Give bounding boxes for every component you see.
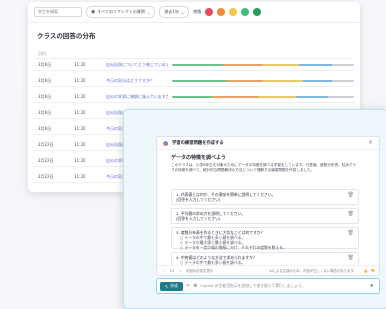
question-card[interactable]: 1. 代表値とは何か、その意味を簡単に説明してください。 (回答を入力してくださ… <box>171 189 359 205</box>
distribution-segment <box>259 96 296 98</box>
dialog-description: このクラスは、小学6年生を対象のためにデータの特徴を調べる学習をしています。代表… <box>171 163 357 172</box>
copilot-window: 学習の練習問題を作成する × データの特徴を調べよう このクラスは、小学6年生を… <box>123 109 386 309</box>
page-indicator: 1/1 <box>169 268 175 273</box>
row-question-link[interactable]: 自分の学習に順調に進んでいますか？ <box>106 94 168 100</box>
row-date: 2月22日 <box>38 142 54 147</box>
row-question-link[interactable]: 自分自身についてどう感じていますか？ <box>106 62 168 68</box>
chevron-down-icon: ⌄ <box>180 9 185 15</box>
row-date: 3月6日 <box>38 110 52 115</box>
range-label: 過去1年 <box>164 9 179 14</box>
previous-response-link[interactable]: 前回の応答を表示 <box>186 268 213 273</box>
search-placeholder: 学生を検索 <box>38 9 58 14</box>
thumbs-up-icon[interactable]: 👍 <box>364 269 368 273</box>
row-time: 11:32 <box>74 110 86 115</box>
row-date: 3月6日 <box>38 94 52 99</box>
table-row[interactable]: 3月6日 11:32 今日の気分はどうですか？ <box>34 76 354 87</box>
table-row[interactable]: 3月6日 11:32 自分自身についてどう感じていますか？ <box>34 60 354 71</box>
row-date: 2月22日 <box>38 158 54 163</box>
practice-dialog: 学習の練習問題を作成する × データの特徴を調べよう このクラスは、小学6年生を… <box>156 136 380 276</box>
row-date: 3月6日 <box>38 78 52 83</box>
distribution-segment <box>222 64 263 66</box>
response-distribution-bar[interactable] <box>172 64 354 66</box>
dialog-header: 学習の練習問題を作成する <box>157 137 379 150</box>
distribution-segment <box>303 80 333 82</box>
question-card[interactable]: 3. 度数分布表を作るときに大切なことは何ですか？ ○ データの中で最も多い値を… <box>171 227 359 250</box>
row-time: 11:32 <box>74 126 86 131</box>
chevron-left-icon[interactable]: ‹ <box>163 269 164 273</box>
attach-icon[interactable]: ⊕ <box>193 283 197 289</box>
student-search-input[interactable]: 学生を検索 <box>34 7 82 17</box>
emotion-emoji-4-icon[interactable] <box>241 8 250 16</box>
distribution-segment <box>262 64 300 66</box>
dialog-title: データの特徴を調べよう <box>171 155 227 161</box>
dialog-header-title: 学習の練習問題を作成する <box>172 141 224 146</box>
row-date: 3月6日 <box>38 126 52 131</box>
distribution-segment <box>212 96 260 98</box>
question-filter-dropdown[interactable]: ◉ すべてのリフレクトの質問 ⌄ <box>86 6 156 18</box>
table-header: 日付 <box>34 50 354 59</box>
trash-icon[interactable]: 🗑 <box>348 256 354 261</box>
chevron-down-icon: ⌄ <box>146 9 151 15</box>
emotion-emoji-3-icon[interactable] <box>229 8 238 16</box>
row-time: 11:32 <box>74 142 86 147</box>
row-time: 11:32 <box>74 94 86 99</box>
prompt-placeholder[interactable]: Copilot の生徒用指示を追加して書き換えて実行しましょう。 <box>200 283 305 289</box>
date-column-header: 日付 <box>38 51 46 56</box>
range-dropdown[interactable]: 過去1年 ⌄ <box>159 6 190 18</box>
distribution-segment <box>262 80 304 82</box>
table-row[interactable]: 3月6日 11:32 自分の学習に順調に進んでいますか？ <box>34 92 354 103</box>
distribution-segment <box>172 64 223 66</box>
distribution-title: クラスの回答の分布 <box>37 32 96 40</box>
option-c[interactable]: ○ データを一定の幅の階級に分け、それぞれの度数を数える。 <box>176 245 348 250</box>
pencil-icon: ✎ <box>165 283 169 289</box>
create-button-label: 作成 <box>170 283 178 288</box>
trash-icon[interactable]: 🗑 <box>348 193 354 198</box>
row-time: 11:32 <box>74 62 86 67</box>
chevron-right-icon[interactable]: › <box>180 269 181 273</box>
filter-toolbar: 学生を検索 ◉ すべてのリフレクトの質問 ⌄ 過去1年 ⌄ 感情 <box>28 2 360 23</box>
copilot-icon <box>163 140 168 146</box>
emotion-emoji-2-icon[interactable] <box>217 8 226 16</box>
thumbs-down-icon[interactable]: 👎 <box>371 269 375 273</box>
emotion-label: 感情 <box>193 9 202 14</box>
row-date: 2月22日 <box>38 174 54 179</box>
answer-placeholder[interactable]: (回答を入力してください) <box>176 197 348 202</box>
distribution-segment <box>295 96 329 98</box>
close-icon[interactable]: × <box>368 139 373 146</box>
question-card[interactable]: 2. 平均値の求め方を説明してください。 (回答を入力してください) 🗑 <box>171 208 359 224</box>
trash-icon[interactable]: 🗑 <box>348 212 354 217</box>
distribution-segment <box>172 80 227 82</box>
distribution-segment <box>332 64 354 66</box>
question-filter-label: すべてのリフレクトの質問 <box>97 9 145 14</box>
prompt-input-bar[interactable]: ✎ 作成 ✧ ⊕ Copilot の生徒用指示を追加して書き換えて実行しましょう… <box>156 278 380 294</box>
response-distribution-bar[interactable] <box>172 80 354 82</box>
row-time: 11:32 <box>74 158 86 163</box>
distribution-segment <box>172 96 213 98</box>
emotion-emoji-1-icon[interactable] <box>205 8 214 16</box>
distribution-segment <box>328 96 354 98</box>
row-date: 3月6日 <box>38 62 52 67</box>
emotion-emoji-5-icon[interactable] <box>253 8 262 16</box>
response-distribution-bar[interactable] <box>172 96 354 98</box>
filter-icon: ◉ <box>91 9 96 15</box>
send-icon[interactable]: ➤ <box>370 283 374 289</box>
sparkle-icon[interactable]: ✧ <box>186 283 190 289</box>
dialog-footer: ‹ 1/1 › 前回の応答を表示 AIによる生成のため、内容が正しくない場合があ… <box>157 265 379 275</box>
distribution-segment <box>299 64 333 66</box>
distribution-segment <box>332 80 354 82</box>
ai-disclaimer: AIによる生成のため、内容が正しくない場合があります。 <box>269 269 357 273</box>
answer-placeholder[interactable]: (回答を入力してください) <box>176 216 348 221</box>
row-question-link[interactable]: 今日の気分はどうですか？ <box>106 78 154 84</box>
trash-icon[interactable]: 🗑 <box>348 231 354 236</box>
distribution-segment <box>226 80 263 82</box>
create-button[interactable]: ✎ 作成 <box>160 281 183 291</box>
row-time: 11:32 <box>74 174 86 179</box>
row-time: 11:32 <box>74 78 86 83</box>
